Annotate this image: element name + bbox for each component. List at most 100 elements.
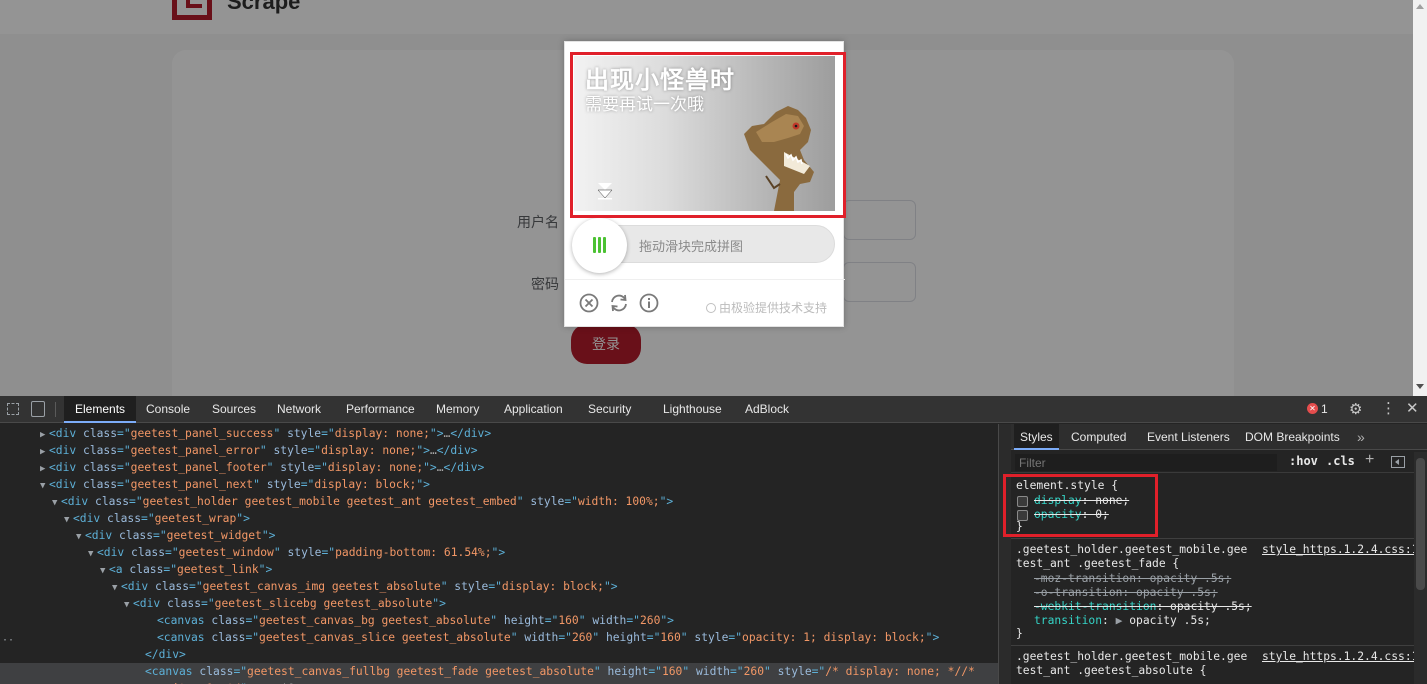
dom-node-line[interactable]: <canvas class="geetest_canvas_bg geetest…: [0, 612, 998, 629]
rule-selector-line2[interactable]: test_ant .geetest_fade {: [1016, 557, 1179, 571]
scroll-down-arrow-icon[interactable]: [1416, 384, 1424, 389]
dom-token: ": [516, 495, 531, 508]
close-icon[interactable]: [579, 293, 599, 313]
dom-node-line[interactable]: ▼ <div class="geetest_window" style="padd…: [0, 544, 998, 561]
scroll-up-arrow-icon[interactable]: [1416, 4, 1424, 9]
dom-token: style: [287, 427, 322, 440]
transition-property[interactable]: transition: ▶ opacity .5s;: [1034, 614, 1211, 628]
info-icon[interactable]: [639, 293, 659, 313]
toggle-sidebar-icon[interactable]: [1391, 456, 1405, 468]
more-tabs-chevron-icon[interactable]: »: [1357, 424, 1365, 450]
dom-token: <canvas: [157, 631, 212, 644]
dom-token: display: block;: [501, 580, 604, 593]
o-transition-value: : opacity .5s;: [1122, 586, 1218, 599]
dom-token: geetest_panel_next: [130, 478, 254, 491]
dom-node-line[interactable]: ▼ <div class="geetest_panel_next" style="…: [0, 476, 998, 493]
dom-token: =": [117, 461, 131, 474]
tab-network[interactable]: Network: [277, 396, 321, 423]
dom-token: ": [510, 631, 525, 644]
dom-token: …: [436, 461, 444, 474]
webkit-transition-property[interactable]: -webkit-transition: opacity .5s;: [1034, 600, 1252, 614]
styles-filter-input[interactable]: [1015, 454, 1277, 471]
dom-token: ": [682, 665, 696, 678]
dom-token: class: [83, 478, 118, 491]
dom-tree-pane[interactable]: ▶ <div class="geetest_panel_success" styl…: [0, 424, 998, 684]
rule2-selector-line1[interactable]: .geetest_holder.geetest_mobile.gee: [1016, 650, 1247, 664]
dom-node-line[interactable]: ▼ <div class="geetest_wrap">: [0, 510, 998, 527]
dom-token: 260: [639, 614, 661, 627]
settings-gear-icon[interactable]: ⚙: [1349, 400, 1362, 418]
rule2-source-link[interactable]: style_https.1.2.4.css:1: [1262, 650, 1418, 664]
tab-security[interactable]: Security: [588, 396, 631, 423]
dom-node-line[interactable]: opacity: 0; */"> == $0: [0, 680, 998, 684]
dom-token: ": [253, 478, 267, 491]
dom-token: geetest_canvas_bg geetest_absolute: [259, 614, 491, 627]
tab-adblock[interactable]: AdBlock: [745, 396, 789, 423]
expand-triangle-icon[interactable]: ▶: [1116, 614, 1130, 627]
close-devtools-icon[interactable]: ✕: [1406, 399, 1419, 417]
tab-elements[interactable]: Elements: [64, 396, 137, 423]
dom-node-line[interactable]: </div>: [0, 646, 998, 663]
dom-token: =": [307, 444, 322, 457]
dom-node-line[interactable]: <canvas class="geetest_canvas_slice geet…: [0, 629, 998, 646]
dom-node-line[interactable]: <canvas class="geetest_canvas_fullbg gee…: [0, 663, 998, 680]
dom-scrollbar[interactable]: [999, 424, 1011, 684]
dom-node-line[interactable]: ▶ <div class="geetest_panel_success" styl…: [0, 425, 998, 442]
dom-node-line[interactable]: ▼ <div class="geetest_canvas_img geetest_…: [0, 578, 998, 595]
dom-token: ">: [660, 614, 674, 627]
dom-token: =": [129, 495, 143, 508]
dom-token: ": [490, 614, 504, 627]
dom-token: <div: [49, 444, 84, 457]
dom-token: =": [314, 461, 328, 474]
tab-event-listeners[interactable]: Event Listeners: [1147, 424, 1230, 450]
o-transition-property[interactable]: -o-transition: opacity .5s;: [1034, 586, 1218, 600]
inspect-element-icon[interactable]: [7, 403, 19, 415]
new-style-rule-icon[interactable]: +: [1365, 451, 1374, 469]
dom-node-line[interactable]: ▼ <div class="geetest_holder geetest_mobi…: [0, 493, 998, 510]
dom-token: =": [648, 665, 662, 678]
refresh-icon[interactable]: [609, 293, 629, 313]
dom-token: class: [95, 495, 130, 508]
dom-node-line[interactable]: ▼ <div class="geetest_slicebg geetest_abs…: [0, 595, 998, 612]
more-options-icon[interactable]: ⋮: [1381, 399, 1396, 417]
cls-toggle[interactable]: .cls: [1326, 454, 1355, 468]
dom-token: <div: [49, 461, 84, 474]
rule2-selector-line2[interactable]: test_ant .geetest_absolute {: [1016, 664, 1206, 678]
dom-node-line[interactable]: ▶ <div class="geetest_panel_footer" style…: [0, 459, 998, 476]
dom-token: ">: [258, 563, 273, 576]
transition-property-name: transition: [1034, 614, 1103, 627]
tab-styles[interactable]: Styles: [1014, 424, 1059, 450]
device-toolbar-icon[interactable]: [31, 401, 45, 417]
dom-token: =": [117, 478, 131, 491]
slider-handle[interactable]: [572, 218, 627, 273]
grip-bar-icon: [603, 237, 606, 253]
tab-dom-breakpoints[interactable]: DOM Breakpoints: [1245, 424, 1340, 450]
rule-source-link[interactable]: style_https.1.2.4.css:1: [1262, 543, 1418, 557]
error-icon[interactable]: ✕: [1307, 403, 1318, 414]
hov-toggle[interactable]: :hov: [1289, 454, 1318, 468]
powered-by-link[interactable]: 由极验提供技术支持: [706, 299, 827, 316]
webkit-transition-name: -webkit-transition: [1034, 600, 1157, 613]
error-count[interactable]: 1: [1321, 396, 1328, 423]
dom-token: height: [503, 614, 545, 627]
dom-token: geetest_panel_error: [130, 444, 260, 457]
dom-token: =": [117, 444, 131, 457]
dom-node-line[interactable]: ▼ <a class="geetest_link">: [0, 561, 998, 578]
tab-memory[interactable]: Memory: [436, 396, 479, 423]
dom-token: <div: [49, 427, 84, 440]
tab-lighthouse[interactable]: Lighthouse: [663, 396, 722, 423]
moz-transition-property[interactable]: -moz-transition: opacity .5s;: [1034, 572, 1231, 586]
tab-sources[interactable]: Sources: [212, 396, 256, 423]
tab-performance[interactable]: Performance: [346, 396, 415, 423]
dom-token: =": [729, 665, 744, 678]
tab-application[interactable]: Application: [504, 396, 563, 423]
tab-computed[interactable]: Computed: [1071, 424, 1126, 450]
page-scrollbar[interactable]: [1413, 0, 1427, 396]
dom-node-line[interactable]: ▶ <div class="geetest_panel_error" style=…: [0, 442, 998, 459]
dom-token: class: [211, 614, 246, 627]
dom-node-line[interactable]: ▼ <div class="geetest_widget">: [0, 527, 998, 544]
dom-token: =": [117, 427, 131, 440]
styles-scrollbar-thumb[interactable]: [1416, 458, 1425, 590]
rule-selector-line1[interactable]: .geetest_holder.geetest_mobile.gee: [1016, 543, 1247, 557]
tab-console[interactable]: Console: [146, 396, 190, 423]
